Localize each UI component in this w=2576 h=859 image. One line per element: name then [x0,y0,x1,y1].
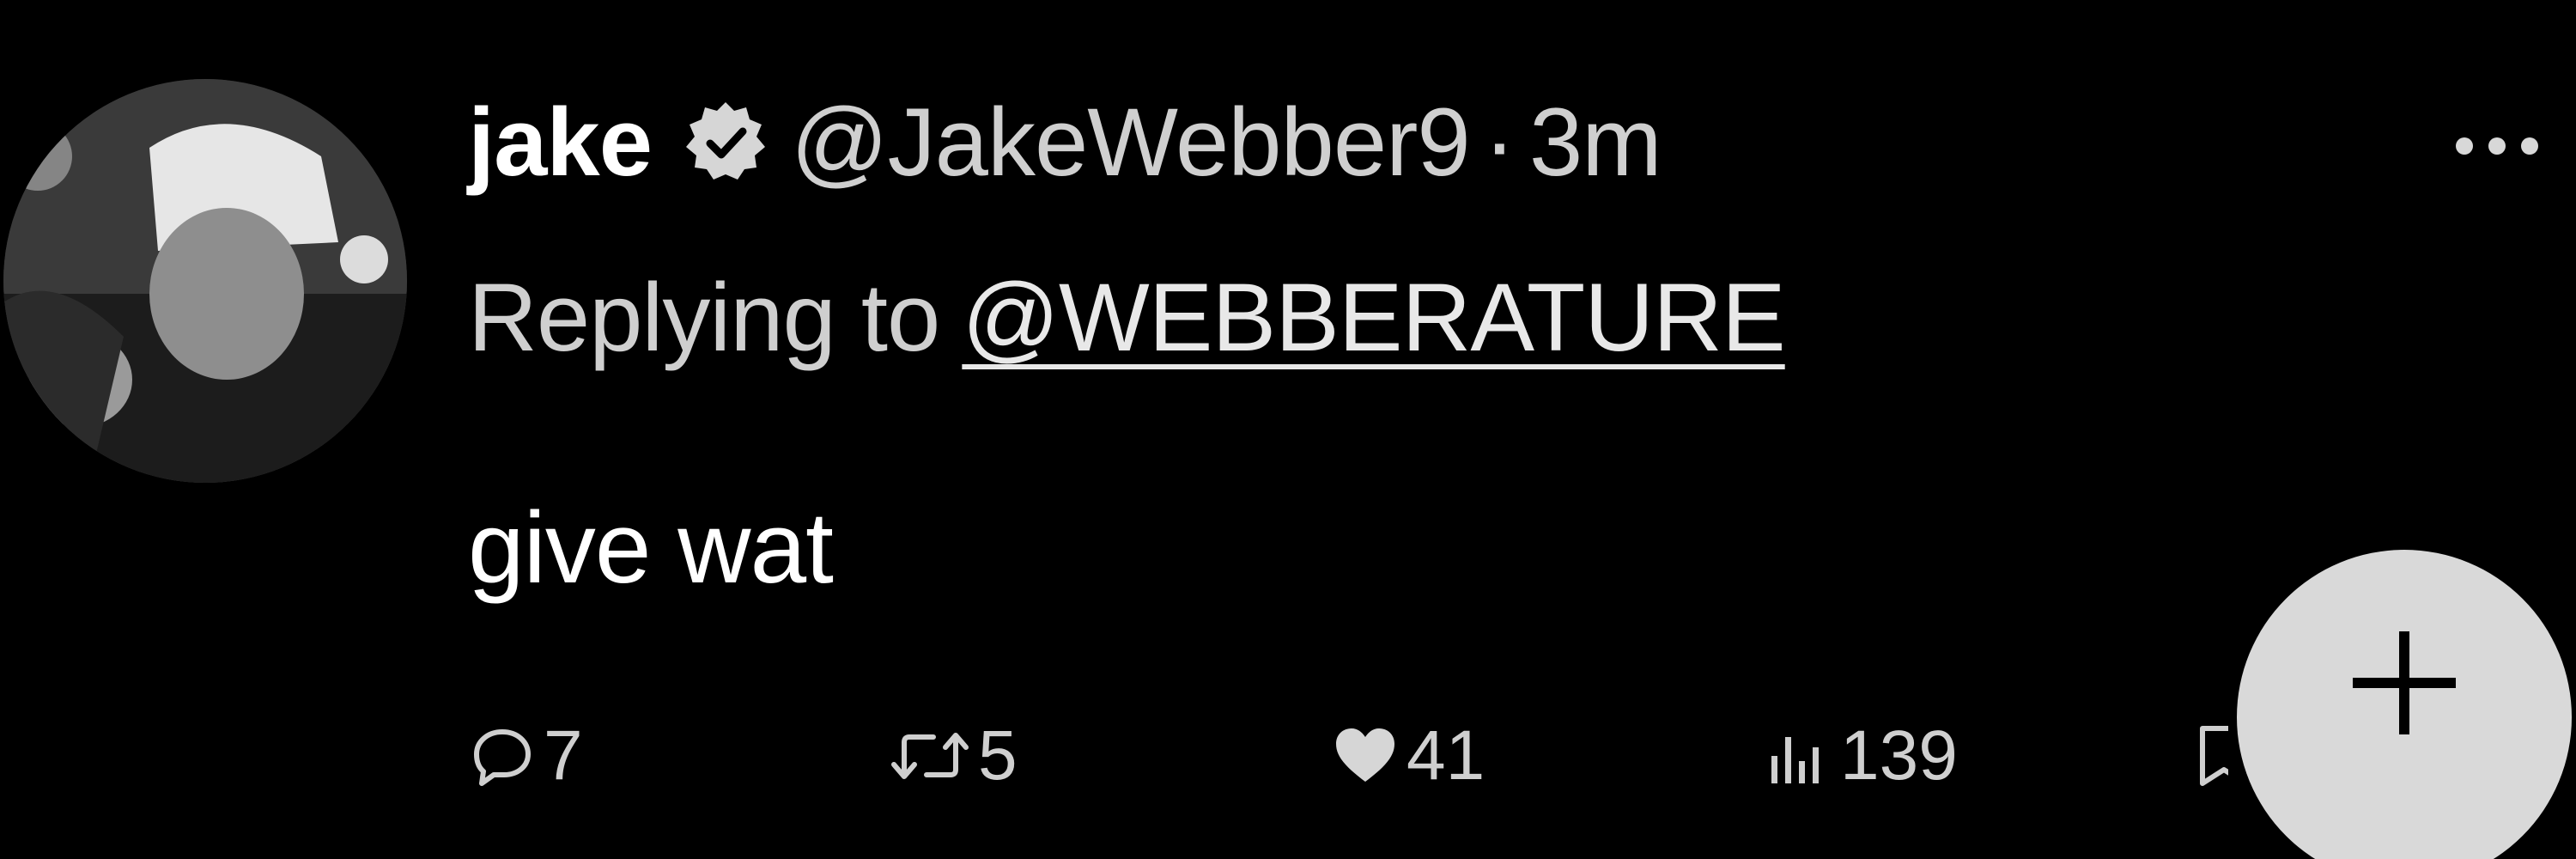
verified-badge-icon [683,99,769,185]
replying-to-mention[interactable]: @WEBBERATURE [962,264,1785,371]
bookmark-icon [2200,726,2228,786]
avatar-image [3,79,407,483]
replying-to-label: Replying to [468,264,940,371]
like-button[interactable]: 41 [1331,704,1485,807]
separator-dot: · [1483,88,1516,196]
views-chart-icon [1771,737,1819,783]
reply-count: 7 [544,716,583,795]
tweet-header: jake @JakeWebber9 · 3m [468,82,1662,202]
tweet-text: give wat [468,491,834,605]
views-count: 139 [1840,716,1958,795]
tweet[interactable]: jake @JakeWebber9 · 3m Replying to @WEBBE… [0,0,2576,859]
reply-button[interactable]: 7 [468,704,583,807]
author-handle[interactable]: @JakeWebber9 [791,87,1471,198]
replying-to: Replying to @WEBBERATURE [468,262,1786,373]
author-name[interactable]: jake [468,87,653,198]
bookmark-button[interactable] [2194,704,2228,807]
avatar[interactable] [3,79,407,483]
retweet-button[interactable]: 5 [889,704,1018,807]
more-dots-icon[interactable] [2456,129,2576,163]
compose-button[interactable] [2237,550,2572,859]
retweet-count: 5 [978,716,1018,795]
reply-bubble-icon [474,729,531,786]
retweet-icon [891,733,969,779]
plus-icon [2353,631,2456,734]
heart-icon [1336,728,1394,782]
views-button[interactable]: 139 [1765,704,1958,807]
timestamp[interactable]: 3m [1529,87,1662,198]
action-bar: 7 5 41 139 [468,704,2228,807]
like-count: 41 [1406,716,1485,795]
